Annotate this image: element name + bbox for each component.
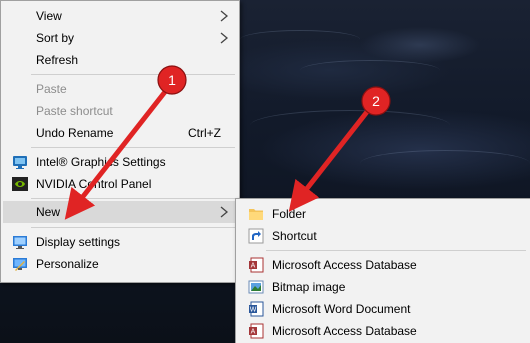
wave-decoration xyxy=(360,150,530,177)
submenu-item-bitmap-image[interactable]: Bitmap image xyxy=(238,276,528,298)
menu-item-label: New xyxy=(36,205,61,219)
menu-item-refresh[interactable]: Refresh xyxy=(3,49,237,71)
menu-separator xyxy=(31,74,235,75)
menu-item-label: Intel® Graphics Settings xyxy=(36,155,166,169)
menu-item-new[interactable]: New xyxy=(3,201,237,223)
folder-icon xyxy=(249,209,263,220)
wave-decoration xyxy=(250,110,450,141)
menu-separator xyxy=(31,147,235,148)
submenu-item-shortcut[interactable]: Shortcut xyxy=(238,225,528,247)
menu-item-label: Personalize xyxy=(36,257,99,271)
menu-item-label: Microsoft Access Database xyxy=(272,258,417,272)
menu-item-label: View xyxy=(36,9,62,23)
submenu-item-access-database[interactable]: A Microsoft Access Database xyxy=(238,254,528,276)
menu-separator xyxy=(31,227,235,228)
menu-separator xyxy=(266,250,526,251)
menu-item-label: Microsoft Word Document xyxy=(272,302,411,316)
intel-graphics-icon xyxy=(13,156,27,169)
shortcut-hint: Ctrl+Z xyxy=(188,126,221,140)
desktop-context-menu: View Sort by Refresh Paste Paste shortcu… xyxy=(0,0,240,283)
menu-separator xyxy=(31,198,235,199)
access-database-icon: A xyxy=(249,257,264,273)
svg-text:A: A xyxy=(251,263,256,270)
menu-item-nvidia-control-panel[interactable]: NVIDIA Control Panel xyxy=(3,173,237,195)
menu-item-personalize[interactable]: Personalize xyxy=(3,253,237,275)
menu-item-display-settings[interactable]: Display settings xyxy=(3,231,237,253)
new-submenu: Folder Shortcut A Microsoft Access Datab… xyxy=(235,198,530,343)
menu-item-view[interactable]: View xyxy=(3,5,237,27)
personalize-icon xyxy=(13,258,27,271)
svg-text:A: A xyxy=(251,329,256,336)
chevron-right-icon xyxy=(220,206,229,218)
chevron-right-icon xyxy=(220,10,229,22)
menu-item-label: NVIDIA Control Panel xyxy=(36,177,152,191)
menu-item-intel-graphics-settings[interactable]: Intel® Graphics Settings xyxy=(3,151,237,173)
menu-item-paste[interactable]: Paste xyxy=(3,78,237,100)
nvidia-icon xyxy=(12,177,28,191)
submenu-item-access-database-2[interactable]: A Microsoft Access Database xyxy=(238,320,528,342)
chevron-right-icon xyxy=(220,32,229,44)
bitmap-image-icon xyxy=(248,280,264,294)
svg-text:W: W xyxy=(250,307,257,314)
menu-item-sort-by[interactable]: Sort by xyxy=(3,27,237,49)
menu-item-label: Display settings xyxy=(36,235,121,249)
menu-item-label: Folder xyxy=(272,207,307,221)
menu-item-label: Undo Rename xyxy=(36,126,114,140)
access-database-icon: A xyxy=(249,323,264,339)
shortcut-icon xyxy=(248,228,264,244)
menu-item-label: Sort by xyxy=(36,31,75,45)
menu-item-label: Paste xyxy=(36,82,67,96)
word-document-icon: W xyxy=(249,301,264,317)
menu-item-label: Bitmap image xyxy=(272,280,346,294)
menu-item-label: Shortcut xyxy=(272,229,317,243)
menu-item-label: Refresh xyxy=(36,53,79,67)
wave-decoration xyxy=(300,60,440,81)
wave-decoration xyxy=(240,30,360,49)
submenu-item-word-document[interactable]: W Microsoft Word Document xyxy=(238,298,528,320)
menu-item-label: Paste shortcut xyxy=(36,104,113,118)
submenu-item-folder[interactable]: Folder xyxy=(238,203,528,225)
menu-item-label: Microsoft Access Database xyxy=(272,324,417,338)
menu-item-paste-shortcut[interactable]: Paste shortcut xyxy=(3,100,237,122)
menu-item-undo-rename[interactable]: Undo Rename Ctrl+Z xyxy=(3,122,237,144)
display-icon xyxy=(13,236,27,249)
